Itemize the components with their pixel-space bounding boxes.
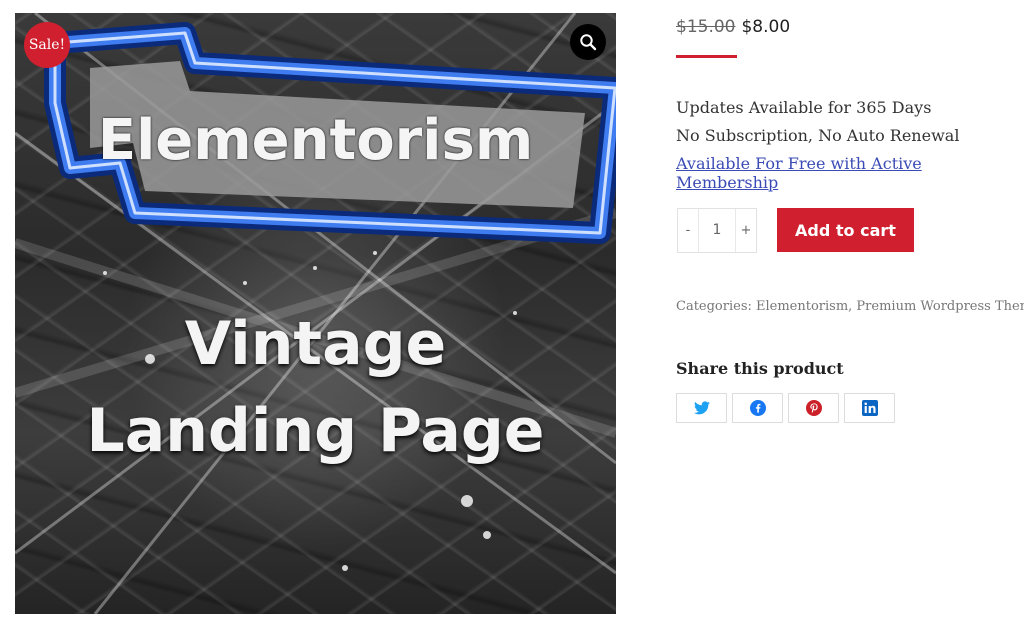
- updates-info: Updates Available for 365 Days: [676, 98, 932, 117]
- image-brand-text: Elementorism: [97, 108, 534, 173]
- share-title: Share this product: [676, 359, 844, 378]
- product-categories: Categories: Elementorism, Premium Wordpr…: [676, 299, 1024, 314]
- share-twitter-button[interactable]: [676, 393, 727, 423]
- sale-badge: Sale!: [24, 22, 70, 68]
- share-linkedin-button[interactable]: [844, 393, 895, 423]
- subscription-info: No Subscription, No Auto Renewal: [676, 126, 960, 145]
- quantity-stepper: - 1 +: [677, 208, 757, 253]
- product-image[interactable]: Elementorism Vintage Landing Page: [15, 13, 616, 614]
- quantity-plus-button[interactable]: +: [736, 223, 756, 238]
- quantity-input[interactable]: 1: [698, 209, 736, 252]
- add-to-cart-button[interactable]: Add to cart: [777, 208, 914, 252]
- sale-price: $8.00: [741, 17, 791, 37]
- twitter-icon: [693, 401, 710, 415]
- old-price: $15.00: [676, 17, 736, 37]
- image-title-line1: Vintage: [184, 309, 447, 379]
- zoom-button[interactable]: [570, 24, 606, 60]
- quantity-minus-button[interactable]: -: [678, 223, 698, 238]
- membership-link[interactable]: Available For Free with Active Membershi…: [676, 154, 1024, 192]
- share-buttons: [676, 393, 895, 423]
- price-divider: [676, 55, 737, 58]
- image-title-line2: Landing Page: [86, 396, 545, 466]
- search-icon: [580, 34, 597, 51]
- facebook-icon: [749, 400, 766, 416]
- share-pinterest-button[interactable]: [788, 393, 839, 423]
- price: $15.00 $8.00: [676, 17, 790, 37]
- pinterest-icon: [805, 400, 822, 416]
- linkedin-icon: [861, 400, 878, 416]
- share-facebook-button[interactable]: [732, 393, 783, 423]
